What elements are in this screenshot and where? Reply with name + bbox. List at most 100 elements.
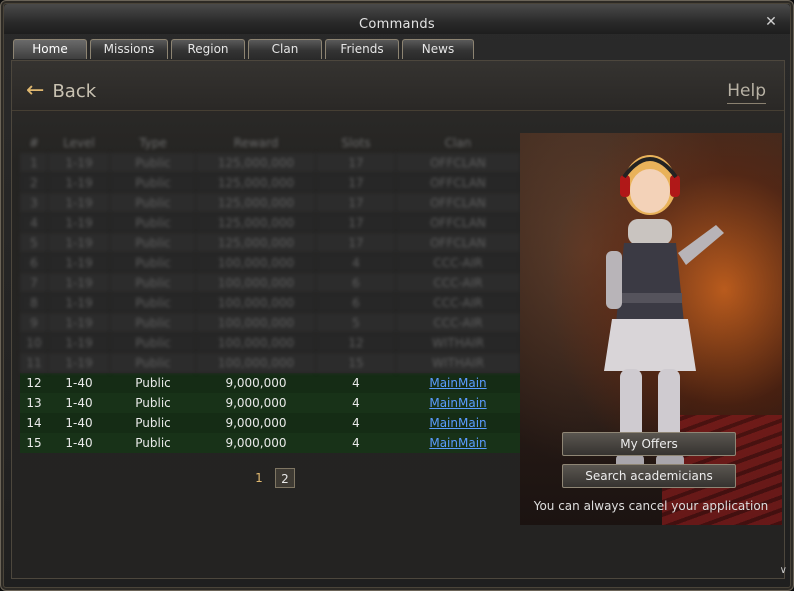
cell-type: Public xyxy=(110,153,196,173)
tab-home[interactable]: Home xyxy=(13,39,87,59)
tab-clan[interactable]: Clan xyxy=(248,39,322,59)
tab-news[interactable]: News xyxy=(402,39,474,59)
cell-level: 1-40 xyxy=(48,393,110,413)
cell-type: Public xyxy=(110,353,196,373)
cell-slots: 17 xyxy=(316,233,396,253)
title-bar[interactable]: Commands ✕ xyxy=(4,4,790,34)
cell-slots: 4 xyxy=(316,433,396,453)
column-header-level: Level xyxy=(63,136,95,150)
cell-number: 13 xyxy=(20,393,48,413)
table-row[interactable]: 7 1-19 Public 100,000,000 6 CCC-AIR xyxy=(20,273,520,293)
page-1-button[interactable]: 1 xyxy=(249,468,269,488)
back-arrow-icon: ← xyxy=(26,78,45,103)
cell-level: 1-19 xyxy=(48,173,110,193)
tab-bar: Home Missions Region Clan Friends News xyxy=(13,39,477,59)
column-header-reward: Reward xyxy=(233,136,279,150)
table-row[interactable]: 15 1-40 Public 9,000,000 4 MainMain xyxy=(20,433,520,453)
cell-type: Public xyxy=(110,393,196,413)
table-header: # Level Type Reward Slots Clan xyxy=(20,133,520,153)
cell-slots: 17 xyxy=(316,173,396,193)
cell-level: 1-19 xyxy=(48,273,110,293)
cell-number: 12 xyxy=(20,373,48,393)
pagination: 1 2 xyxy=(249,468,301,488)
close-icon[interactable]: ✕ xyxy=(764,15,778,29)
table-row[interactable]: 9 1-19 Public 100,000,000 5 CCC-AIR xyxy=(20,313,520,333)
cell-level: 1-40 xyxy=(48,433,110,453)
commands-window: Commands ✕ Home Missions Region Clan Fri… xyxy=(0,0,794,591)
cell-level: 1-19 xyxy=(48,353,110,373)
cell-number: 6 xyxy=(20,253,48,273)
table-row[interactable]: 3 1-19 Public 125,000,000 17 OFFCLAN xyxy=(20,193,520,213)
cell-type: Public xyxy=(110,173,196,193)
table-row[interactable]: 2 1-19 Public 125,000,000 17 OFFCLAN xyxy=(20,173,520,193)
character-portrait: My Offers Search academicians You can al… xyxy=(520,133,782,525)
cell-level: 1-40 xyxy=(48,373,110,393)
cell-reward: 9,000,000 xyxy=(196,373,316,393)
cell-reward: 125,000,000 xyxy=(196,173,316,193)
cell-reward: 125,000,000 xyxy=(196,193,316,213)
cell-number: 4 xyxy=(20,213,48,233)
back-button[interactable]: ← Back xyxy=(26,79,96,103)
cell-reward: 100,000,000 xyxy=(196,293,316,313)
cell-type: Public xyxy=(110,213,196,233)
column-header-number: # xyxy=(28,136,40,150)
cell-level: 1-19 xyxy=(48,333,110,353)
chevron-down-icon[interactable]: ∨ xyxy=(780,565,787,576)
cell-number: 14 xyxy=(20,413,48,433)
cell-clan: CCC-AIR xyxy=(396,273,520,293)
panel-header: ← Back Help xyxy=(12,61,784,111)
cell-number: 7 xyxy=(20,273,48,293)
cell-reward: 125,000,000 xyxy=(196,213,316,233)
cell-slots: 4 xyxy=(316,373,396,393)
cell-type: Public xyxy=(110,233,196,253)
cell-number: 3 xyxy=(20,193,48,213)
cell-level: 1-19 xyxy=(48,193,110,213)
cell-level: 1-19 xyxy=(48,293,110,313)
search-academicians-button[interactable]: Search academicians xyxy=(562,464,736,488)
help-button[interactable]: Help xyxy=(727,81,766,104)
cell-level: 1-19 xyxy=(48,253,110,273)
cell-reward: 100,000,000 xyxy=(196,273,316,293)
cell-reward: 100,000,000 xyxy=(196,333,316,353)
cell-level: 1-19 xyxy=(48,233,110,253)
cell-clan: OFFCLAN xyxy=(396,153,520,173)
clan-link[interactable]: MainMain xyxy=(429,396,486,410)
cell-number: 11 xyxy=(20,353,48,373)
cell-clan: OFFCLAN xyxy=(396,233,520,253)
table-row[interactable]: 10 1-19 Public 100,000,000 12 WITHAIR xyxy=(20,333,520,353)
table-row[interactable]: 11 1-19 Public 100,000,000 15 WITHAIR xyxy=(20,353,520,373)
clan-link[interactable]: MainMain xyxy=(429,376,486,390)
table-row[interactable]: 12 1-40 Public 9,000,000 4 MainMain xyxy=(20,373,520,393)
cell-clan: WITHAIR xyxy=(396,353,520,373)
cell-slots: 15 xyxy=(316,353,396,373)
cell-number: 9 xyxy=(20,313,48,333)
home-panel: ← Back Help # Level Type Reward Slots Cl… xyxy=(11,60,785,579)
page-2-button[interactable]: 2 xyxy=(275,468,295,488)
cell-clan: MainMain xyxy=(396,433,520,453)
table-row[interactable]: 1 1-19 Public 125,000,000 17 OFFCLAN xyxy=(20,153,520,173)
tab-missions[interactable]: Missions xyxy=(90,39,168,59)
cell-slots: 12 xyxy=(316,333,396,353)
my-offers-button[interactable]: My Offers xyxy=(562,432,736,456)
table-row[interactable]: 5 1-19 Public 125,000,000 17 OFFCLAN xyxy=(20,233,520,253)
table-row[interactable]: 13 1-40 Public 9,000,000 4 MainMain xyxy=(20,393,520,413)
column-header-clan: Clan xyxy=(444,136,472,150)
table-row[interactable]: 8 1-19 Public 100,000,000 6 CCC-AIR xyxy=(20,293,520,313)
clan-link[interactable]: MainMain xyxy=(429,436,486,450)
cell-slots: 17 xyxy=(316,193,396,213)
cell-type: Public xyxy=(110,273,196,293)
cell-number: 10 xyxy=(20,333,48,353)
window-title: Commands xyxy=(359,17,435,32)
tab-friends[interactable]: Friends xyxy=(325,39,399,59)
cell-slots: 4 xyxy=(316,413,396,433)
cell-slots: 17 xyxy=(316,213,396,233)
cell-type: Public xyxy=(110,373,196,393)
table-row[interactable]: 14 1-40 Public 9,000,000 4 MainMain xyxy=(20,413,520,433)
cell-reward: 100,000,000 xyxy=(196,253,316,273)
table-row[interactable]: 6 1-19 Public 100,000,000 4 CCC-AIR xyxy=(20,253,520,273)
table-row[interactable]: 4 1-19 Public 125,000,000 17 OFFCLAN xyxy=(20,213,520,233)
tab-region[interactable]: Region xyxy=(171,39,245,59)
cell-slots: 4 xyxy=(316,253,396,273)
clan-link[interactable]: MainMain xyxy=(429,416,486,430)
academy-table: # Level Type Reward Slots Clan 1 1-19 Publ… xyxy=(20,133,520,453)
